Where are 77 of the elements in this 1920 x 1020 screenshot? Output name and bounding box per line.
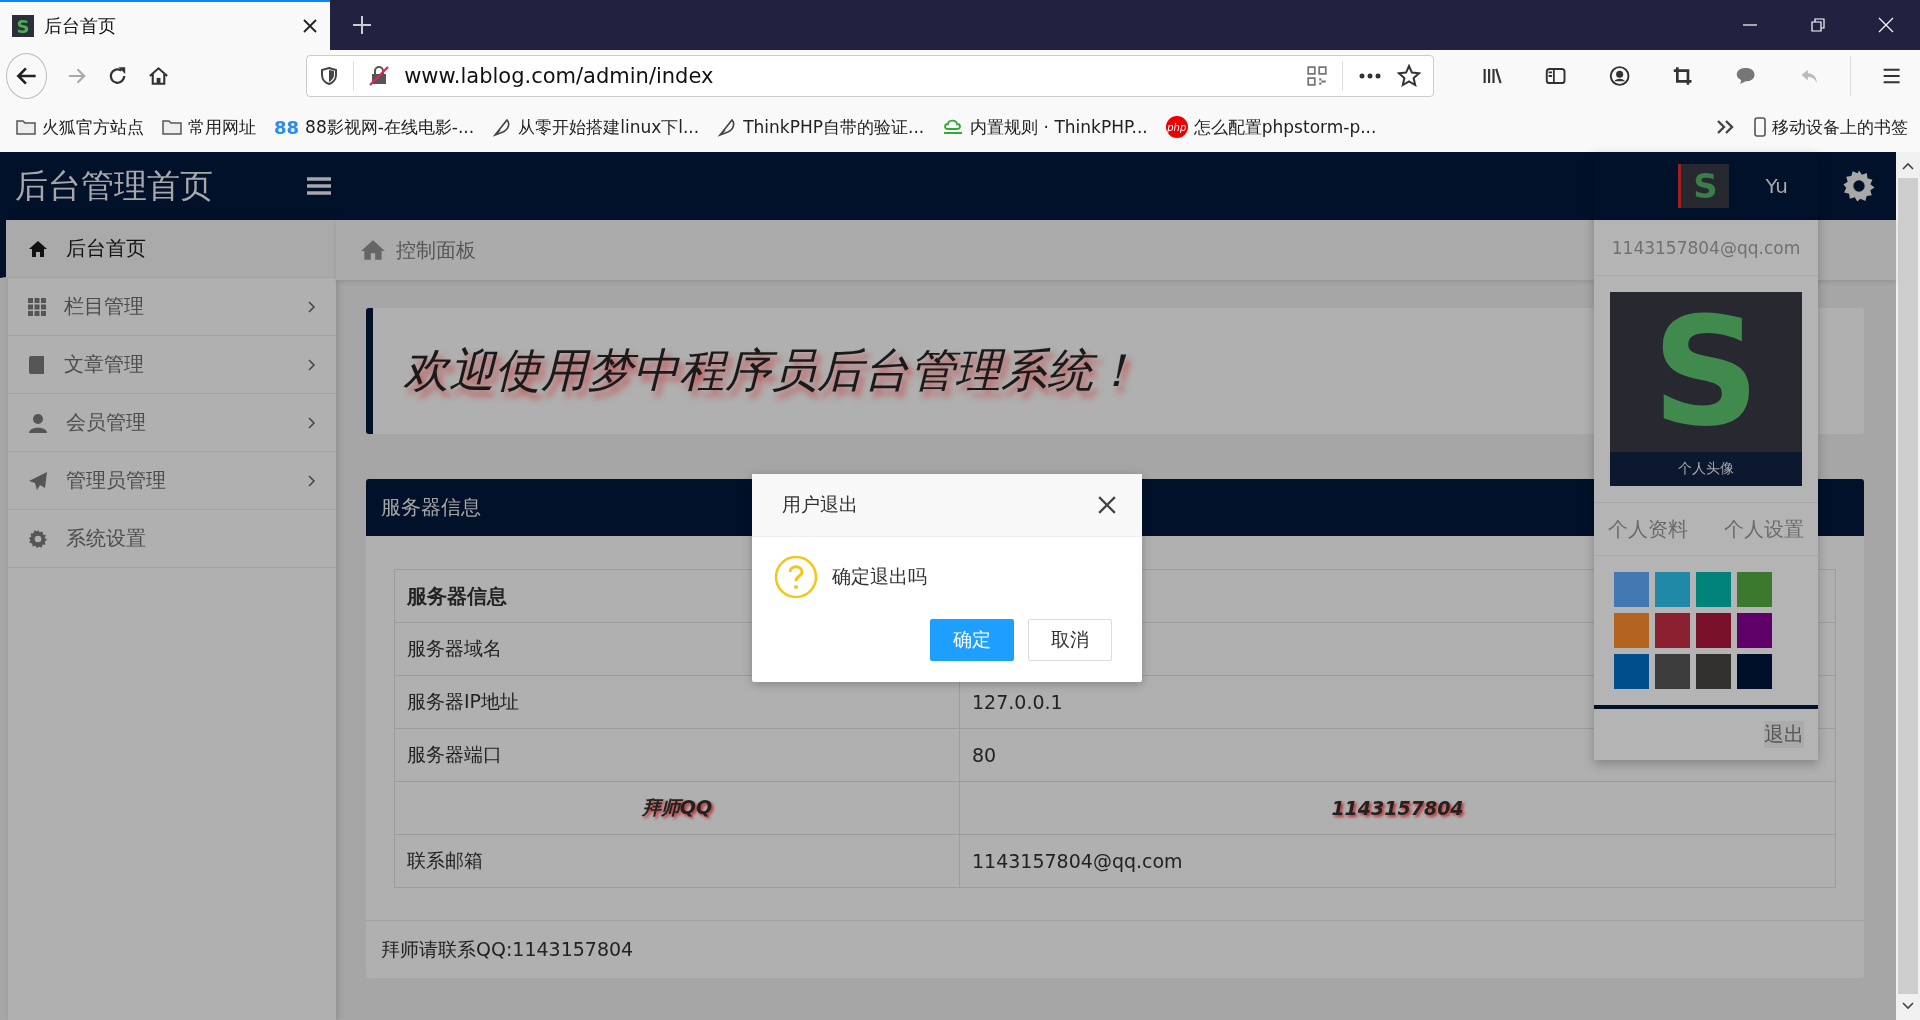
footer-text: 拜师请联系QQ:1143157804 [381,936,634,962]
theme-swatch[interactable] [1696,613,1731,648]
theme-swatch[interactable] [1737,654,1772,689]
address-bar[interactable]: www.lablog.com/admin/index [306,55,1435,97]
php-logo: php [1165,116,1188,138]
theme-swatch[interactable] [1696,572,1731,607]
favicon: S [12,15,34,37]
welcome-text: 欢迎使用梦中程序员后台管理系统！ [403,342,1139,399]
home-icon [28,239,48,258]
dialog-title: 用户退出 [782,492,858,517]
folder-icon [162,119,182,135]
sidebar-item[interactable]: 栏目管理 [8,278,336,336]
table-cell: 1143157804 [959,781,1836,835]
paper-plane-icon [28,470,48,491]
qr-code-icon[interactable] [1306,65,1329,87]
url-text: www.lablog.com/admin/index [404,64,714,88]
table-cell: 1143157804@qq.com [959,834,1836,888]
avatar-letter: S [1650,292,1761,452]
account-icon[interactable] [1608,64,1630,88]
bookmark[interactable]: php 怎么配置phpstorm-p... [1165,115,1377,139]
plus-icon[interactable] [352,15,372,35]
theme-swatch[interactable] [1737,613,1772,648]
table-cell: 拜师QQ [394,781,960,835]
book-icon [28,354,46,375]
folder-icon [16,119,36,135]
restore-icon[interactable] [1810,17,1826,33]
question-icon [774,555,818,599]
table-cell: 联系邮箱 [394,834,960,888]
star-icon[interactable] [1397,64,1422,88]
gear-icon [28,528,48,549]
menu-icon[interactable] [307,176,331,196]
cloud-icon [942,118,965,136]
user-icon [28,412,48,433]
insecure-lock-icon[interactable] [368,65,391,87]
browser-tab[interactable]: S 后台首页 [0,0,330,50]
user-email: 1143157804@qq.com [1594,220,1818,276]
theme-swatch[interactable] [1737,572,1772,607]
sidebar-item[interactable]: 后台首页 [0,220,336,278]
grid-icon [28,297,46,316]
theme-swatch[interactable] [1655,654,1690,689]
bookmark-label: 常用网址 [188,115,256,139]
avatar-caption: 个人头像 [1610,452,1802,486]
theme-swatch[interactable] [1655,613,1690,648]
table-cell: 服务器端口 [394,728,960,782]
bookmark[interactable]: 88 88影视网-在线电影-... [274,115,475,139]
scrollbar[interactable] [1896,152,1920,1020]
theme-swatch[interactable] [1696,654,1731,689]
settings-icon[interactable] [1842,169,1876,203]
breadcrumb-text: 控制面板 [396,236,476,264]
site-number-text: 88 [274,116,300,138]
user-name[interactable]: Yu [1765,174,1788,198]
theme-swatch[interactable] [1614,654,1649,689]
crop-icon[interactable] [1672,64,1694,88]
admin-title: 后台管理首页 [15,164,214,207]
shield-icon[interactable] [319,66,340,86]
theme-swatch[interactable] [1614,572,1649,607]
bookmark[interactable]: 火狐官方站点 [16,115,144,139]
panel-title: 服务器信息 [381,494,481,521]
tab-title: 后台首页 [44,14,117,38]
chevrons-icon[interactable] [1716,119,1736,135]
close-icon[interactable] [1098,496,1116,514]
cancel-button[interactable]: 取消 [1028,619,1112,661]
close-icon[interactable] [302,18,318,34]
bookmark-label: 88影视网-在线电影-... [305,115,475,139]
sidebar-item[interactable]: 系统设置 [8,510,336,568]
chevron-up-icon[interactable] [1902,162,1914,170]
sidebar-item[interactable]: 管理员管理 [8,452,336,510]
phone-icon [1754,117,1766,137]
bookmark[interactable]: 常用网址 [162,115,256,139]
bookmark-label: 火狐官方站点 [42,115,144,139]
bookmark-label: 怎么配置phpstorm-p... [1193,115,1377,139]
theme-swatch[interactable] [1614,613,1649,648]
chevron-down-icon[interactable] [1902,1002,1914,1010]
theme-swatch[interactable] [1655,572,1690,607]
sidebar-item[interactable]: 会员管理 [8,394,336,452]
sidebar-item[interactable]: 文章管理 [8,336,336,394]
home-icon [360,239,386,261]
